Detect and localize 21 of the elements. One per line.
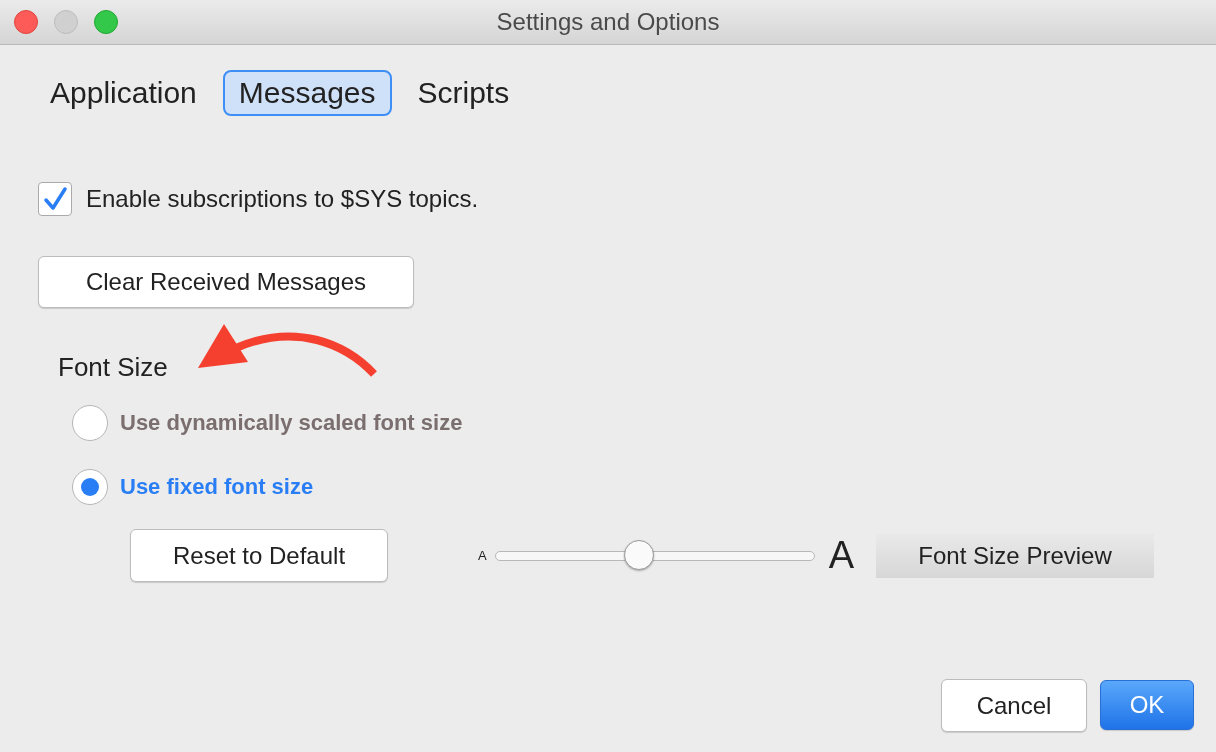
small-a-label: A xyxy=(478,548,487,563)
close-button[interactable] xyxy=(14,10,38,34)
minimize-button[interactable] xyxy=(54,10,78,34)
radio-button[interactable] xyxy=(72,405,108,441)
slider-thumb[interactable] xyxy=(623,539,654,570)
font-preview: Font Size Preview xyxy=(876,533,1155,578)
checkbox-label: Enable subscriptions to $SYS topics. xyxy=(86,185,479,213)
window-title: Settings and Options xyxy=(496,8,720,36)
large-a-label: A xyxy=(828,534,855,577)
tab[interactable]: Application xyxy=(34,70,213,116)
tab[interactable]: Messages xyxy=(222,70,392,116)
radio-button[interactable] xyxy=(72,469,108,505)
cancel-button[interactable]: Cancel xyxy=(941,679,1087,732)
section-heading: Font Size xyxy=(58,352,168,383)
radio-label: Use dynamically scaled font size xyxy=(120,410,463,436)
checkbox[interactable] xyxy=(38,182,72,216)
tab[interactable]: Scripts xyxy=(401,70,526,116)
reset-button[interactable]: Reset to Default xyxy=(130,529,388,582)
radio-label: Use fixed font size xyxy=(120,474,314,500)
clear-messages-button[interactable]: Clear Received Messages xyxy=(38,256,414,308)
zoom-button[interactable] xyxy=(94,10,118,34)
